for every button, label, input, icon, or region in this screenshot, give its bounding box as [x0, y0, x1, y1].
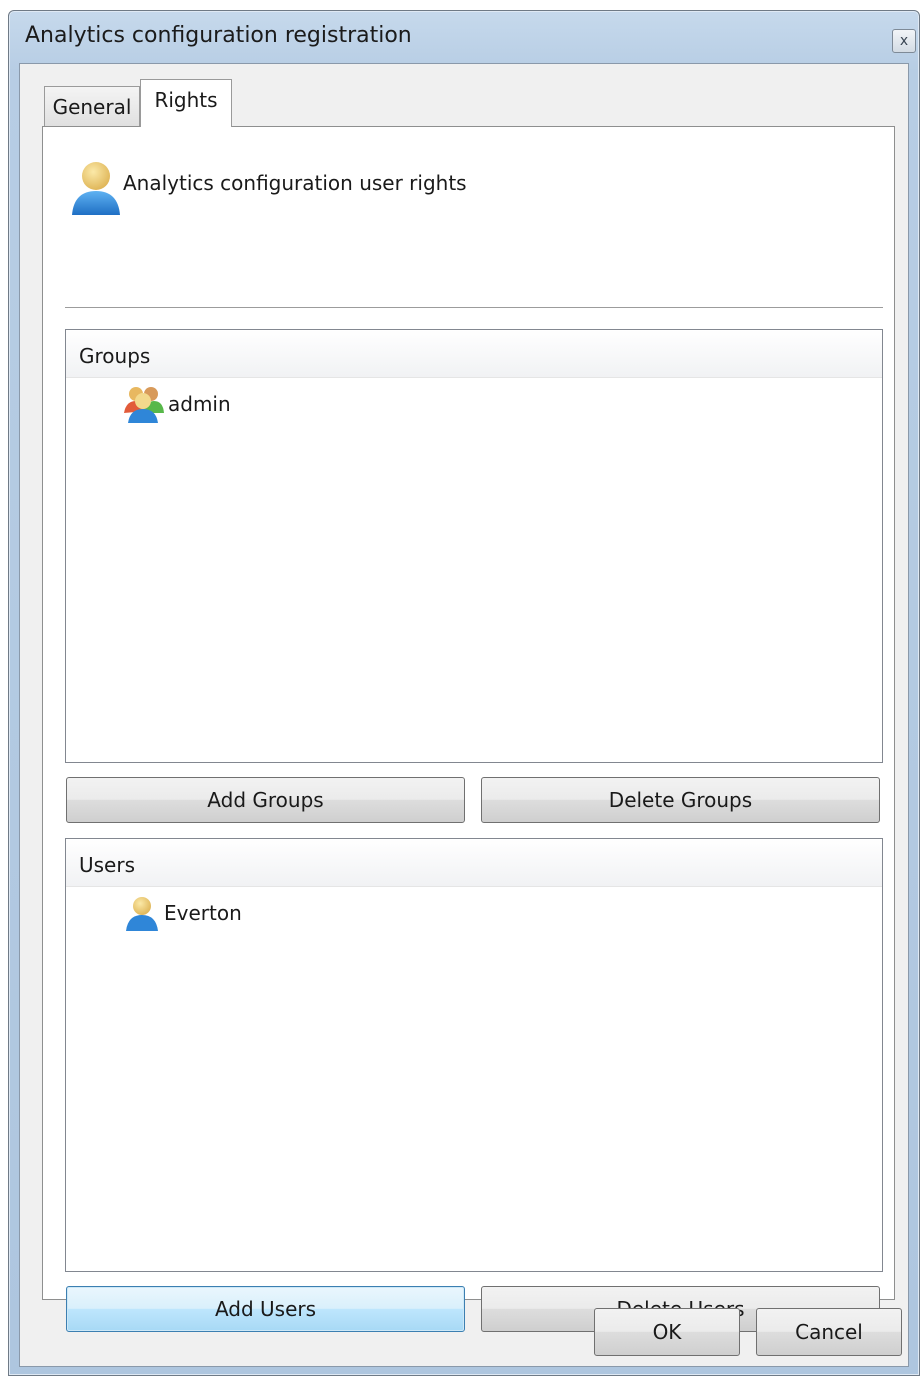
user-name: Everton [164, 901, 242, 925]
title-bar[interactable]: Analytics configuration registration x [9, 11, 919, 63]
groups-column-header[interactable]: Groups [66, 330, 882, 378]
tab-general[interactable]: General [44, 86, 140, 126]
rights-header-label: Analytics configuration user rights [123, 171, 467, 195]
groups-column-header-label: Groups [79, 344, 151, 368]
rights-tab-panel: Analytics configuration user rights Grou… [42, 126, 895, 1332]
close-icon: x [899, 33, 909, 49]
add-groups-button[interactable]: Add Groups [66, 777, 465, 823]
ok-button[interactable]: OK [594, 1308, 740, 1356]
close-button[interactable]: x [892, 29, 916, 53]
delete-groups-button[interactable]: Delete Groups [481, 777, 880, 823]
dialog-client-area: General Rights Analytics configuration u… [19, 63, 909, 1367]
tab-rights[interactable]: Rights [140, 79, 232, 127]
header-separator [65, 307, 883, 309]
dialog-window: Analytics configuration registration x G… [8, 10, 920, 1376]
groups-list[interactable]: Groups admin [65, 329, 883, 763]
list-item[interactable]: Everton [124, 893, 242, 933]
add-users-button[interactable]: Add Users [66, 1286, 465, 1332]
list-item[interactable]: admin [124, 384, 231, 424]
window-title: Analytics configuration registration [25, 23, 412, 48]
users-column-header[interactable]: Users [66, 839, 882, 887]
users-list[interactable]: Users Everton [65, 838, 883, 1272]
tab-general-label: General [52, 94, 132, 119]
tab-rights-label: Rights [154, 87, 218, 112]
users-column-header-label: Users [79, 853, 136, 877]
user-icon [126, 897, 158, 931]
user-icon [72, 162, 120, 215]
group-icon [124, 387, 164, 423]
group-name: admin [168, 392, 231, 416]
cancel-button[interactable]: Cancel [756, 1308, 902, 1356]
